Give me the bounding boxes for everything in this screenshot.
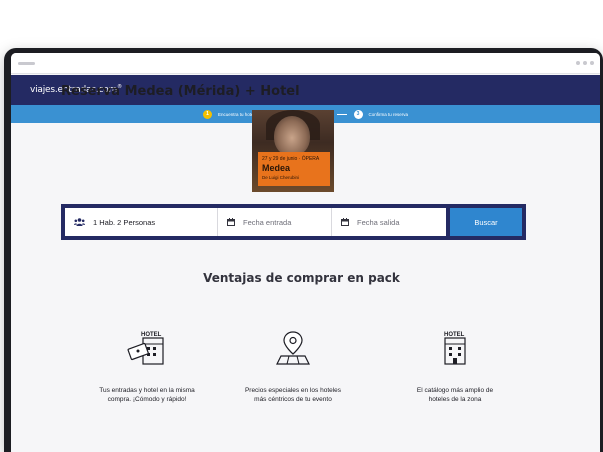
dot-icon [590,61,594,65]
benefit-item: Precios especiales en los hoteles más cé… [218,330,368,404]
guests-value: 1 Hab. 2 Personas [93,217,156,227]
guests-selector[interactable]: 1 Hab. 2 Personas [65,208,218,236]
svg-text:HOTEL: HOTEL [141,332,162,338]
browser-toolbar [11,53,600,74]
benefit-text-line: Tus entradas y hotel en la misma [99,387,195,394]
browser-menu-dots[interactable] [576,61,594,65]
poster-date: 27 y 29 de junio · ÓPERA [262,156,320,162]
checkin-placeholder: Fecha entrada [243,217,292,227]
poster-info-band: 27 y 29 de junio · ÓPERA Medea De Luigi … [258,152,330,186]
step-number: 3 [353,109,363,119]
calendar-icon [341,218,349,226]
hotel-building-icon: HOTEL [380,330,530,366]
hotel-ticket-icon: HOTEL [72,330,222,366]
poster-event-name: Medea [262,163,291,173]
step-confirm-booking: 3 Confirma tu reserva [353,109,409,119]
step-find-hotel[interactable]: 1 Encuentra tu hotel [202,109,255,119]
benefit-text-line: compra. ¡Cómodo y rápido! [107,396,187,403]
checkout-placeholder: Fecha salida [357,217,400,227]
checkin-date-field[interactable]: Fecha entrada [218,208,332,236]
benefit-item: HOTEL Tus entradas y hotel en la misma c… [72,330,222,404]
browser-tab-indicator [18,62,35,65]
step-separator [336,113,347,115]
event-poster: 27 y 29 de junio · ÓPERA Medea De Luigi … [252,110,334,192]
search-button[interactable]: Buscar [450,208,522,236]
benefits-title: Ventajas de comprar en pack [203,271,400,285]
dot-icon [576,61,580,65]
location-map-icon [218,330,368,366]
poster-author: De Luigi Cherubini [262,175,300,180]
step-label: Confirma tu reserva [368,111,409,117]
benefit-text-line: El catálogo más amplio de [416,387,494,394]
dot-icon [583,61,587,65]
hotel-search-bar: 1 Hab. 2 Personas Fecha entrada Fecha sa… [61,204,526,240]
benefit-text-line: hoteles de la zona [428,396,482,403]
people-icon [74,218,85,226]
checkout-date-field[interactable]: Fecha salida [332,208,446,236]
poster-face [274,116,310,156]
svg-text:HOTEL: HOTEL [444,332,465,338]
calendar-icon [227,218,235,226]
page-title: Reserva Medea (Mérida) + Hotel [61,84,300,99]
benefit-text-line: más céntricos de tu evento [254,396,332,403]
benefit-item: HOTEL El catálogo más amplio de hoteles … [380,330,530,404]
step-number: 1 [202,109,212,119]
benefit-text-line: Precios especiales en los hoteles [244,387,342,394]
step-label: Encuentra tu hotel [217,111,255,117]
